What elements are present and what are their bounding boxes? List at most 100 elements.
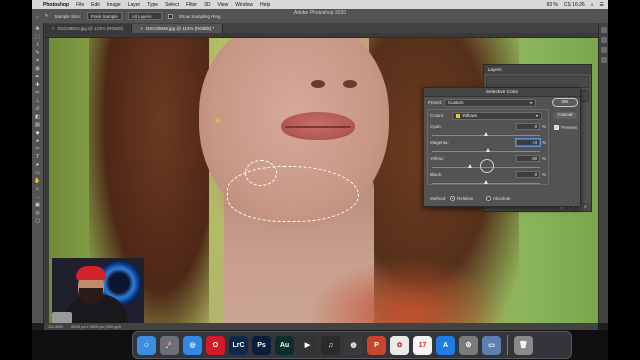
menu-help[interactable]: Help (260, 2, 270, 8)
document-info[interactable]: 6000 px x 4000 px (300 ppi) (71, 324, 121, 329)
menu-image[interactable]: Image (107, 2, 121, 8)
search-icon[interactable]: ⌕ (591, 2, 594, 8)
eyedropper-tool-icon[interactable]: ✒ (34, 74, 41, 80)
menu-type[interactable]: Type (147, 2, 158, 8)
battery-percent[interactable]: 93 % (546, 2, 557, 8)
eyedropper-tool-icon[interactable]: ✎ (45, 13, 49, 19)
gradient-tool-icon[interactable]: ▤ (34, 122, 41, 128)
clone-stamp-tool-icon[interactable]: ⊥ (34, 98, 41, 104)
layers-panel-title[interactable]: Layers (484, 65, 591, 74)
black-slider-thumb[interactable] (484, 180, 488, 184)
tab-document-1[interactable]: × DSC08810.jpg @ 124% (RGB/8) (44, 24, 133, 33)
lasso-tool-icon[interactable]: ℓ (34, 42, 41, 48)
photo-lip-line (285, 126, 351, 128)
brush-tool-icon[interactable]: ✏ (34, 90, 41, 96)
color-panel-icon[interactable] (600, 27, 607, 33)
cancel-button[interactable]: Cancel (552, 111, 578, 120)
dock-photos-icon[interactable]: ✿ (390, 335, 409, 355)
black-value-field[interactable]: 0 (516, 171, 540, 178)
menubar-clock[interactable]: CS 16:26 (564, 2, 585, 8)
dock-davinci-resolve-icon[interactable]: ◍ (344, 335, 363, 355)
hand-tool-icon[interactable]: ✋ (34, 178, 41, 184)
healing-brush-tool-icon[interactable]: ✚ (34, 82, 41, 88)
dock-microsoft-powerpoint-icon[interactable]: P (367, 335, 386, 355)
yellow-value-field[interactable]: -30 (516, 155, 540, 162)
dock-photoshop-icon[interactable]: Ps (252, 335, 271, 355)
quick-mask-icon[interactable]: ◎ (34, 210, 41, 216)
sample-select[interactable]: All Layers (127, 12, 162, 20)
dock-final-cut-pro-icon[interactable]: ▶ (298, 335, 317, 355)
dock-audition-icon[interactable]: Au (275, 335, 294, 355)
dock-system-preferences-icon[interactable]: ⚙ (459, 335, 478, 355)
color-swatches-icon[interactable]: ▣ (34, 202, 41, 208)
colors-value: Yellows (462, 113, 478, 118)
move-tool-icon[interactable]: ✥ (34, 26, 41, 32)
swatches-panel-icon[interactable] (600, 37, 607, 43)
menu-layer[interactable]: Layer (128, 2, 141, 8)
show-sampling-ring-checkbox[interactable] (167, 13, 173, 19)
adjustments-panel-icon[interactable] (600, 57, 607, 63)
screen-mode-icon[interactable]: ▢ (34, 218, 41, 224)
dock-preview-icon[interactable]: ▭ (482, 335, 501, 355)
trash-icon[interactable]: ✕ (584, 204, 587, 210)
preset-select[interactable]: Custom ▾ (444, 99, 536, 107)
home-icon[interactable]: ⌂ (36, 14, 39, 19)
menu-file[interactable]: File (76, 2, 84, 8)
colors-label: Colors: (430, 113, 445, 118)
dock-finder-icon[interactable]: ☺ (137, 335, 156, 355)
method-absolute-radio[interactable] (486, 196, 491, 201)
preview-checkbox[interactable]: ✓ (554, 125, 559, 130)
menu-select[interactable]: Select (165, 2, 179, 8)
close-icon[interactable]: × (140, 26, 143, 31)
dodge-tool-icon[interactable]: ● (34, 138, 41, 144)
mouse-cursor (480, 159, 494, 173)
dock-lightroom-classic-icon[interactable]: LrC (229, 335, 248, 355)
more-tools-icon[interactable]: … (34, 194, 41, 200)
yellow-slider-thumb[interactable] (467, 164, 472, 168)
pen-tool-icon[interactable]: ✑ (34, 146, 41, 152)
chevron-down-icon: ▾ (529, 100, 532, 105)
type-tool-icon[interactable]: T (34, 154, 41, 160)
slider-label: Black: (430, 172, 443, 177)
sample-size-select[interactable]: Point Sample (87, 12, 122, 20)
libraries-panel-icon[interactable] (600, 47, 607, 53)
dock-calendar-icon[interactable]: 17 (413, 335, 432, 355)
ok-button[interactable]: OK (552, 98, 578, 107)
menu-view[interactable]: View (218, 2, 229, 8)
method-relative-radio[interactable] (450, 196, 455, 201)
control-center-icon[interactable]: ☰ (600, 2, 604, 8)
eraser-tool-icon[interactable]: ◧ (34, 114, 41, 120)
magenta-slider-thumb[interactable] (485, 148, 490, 152)
selection-marquee[interactable] (227, 166, 359, 222)
dock-safari-icon[interactable]: ◎ (183, 335, 202, 355)
path-selection-tool-icon[interactable]: ➤ (34, 162, 41, 168)
photo-hair-red (309, 258, 509, 323)
menu-edit[interactable]: Edit (91, 2, 100, 8)
method-relative-label: Relative (457, 196, 474, 201)
dock-opera-icon[interactable]: O (206, 335, 225, 355)
menu-filter[interactable]: Filter (186, 2, 197, 8)
cyan-value-field[interactable]: 0 (516, 123, 540, 130)
magenta-value-field[interactable]: +3 (516, 139, 540, 146)
dock-app-store-icon[interactable]: A (436, 335, 455, 355)
close-icon[interactable]: × (52, 26, 55, 31)
dock-logic-pro-icon[interactable]: ♫ (321, 335, 340, 355)
frame-tool-icon[interactable]: ⊠ (34, 66, 41, 72)
menu-app-name[interactable]: Photoshop (43, 2, 69, 8)
menu-window[interactable]: Window (235, 2, 253, 8)
dock-launchpad-icon[interactable]: 🚀 (160, 335, 179, 355)
crop-tool-icon[interactable]: ⌗ (34, 58, 41, 64)
menu-3d[interactable]: 3D (204, 2, 210, 8)
colors-select[interactable]: Yellows ▾ (452, 112, 542, 120)
shape-tool-icon[interactable]: ▭ (34, 170, 41, 176)
quick-select-tool-icon[interactable]: ✎ (34, 50, 41, 56)
blur-tool-icon[interactable]: ◆ (34, 130, 41, 136)
cyan-slider-thumb[interactable] (484, 132, 488, 136)
zoom-tool-icon[interactable]: ⌕ (34, 186, 41, 192)
zoom-level[interactable]: 111.83% (48, 324, 63, 329)
marquee-tool-icon[interactable]: ⬚ (34, 34, 41, 40)
history-brush-tool-icon[interactable]: ↺ (34, 106, 41, 112)
dock-trash-icon[interactable]: 🗑 (514, 335, 533, 355)
mac-menubar: Photoshop File Edit Image Layer Type Sel… (32, 0, 608, 9)
tab-document-2[interactable]: × DSC00848.jpg @ 112% (RGB/8) * (132, 24, 224, 33)
